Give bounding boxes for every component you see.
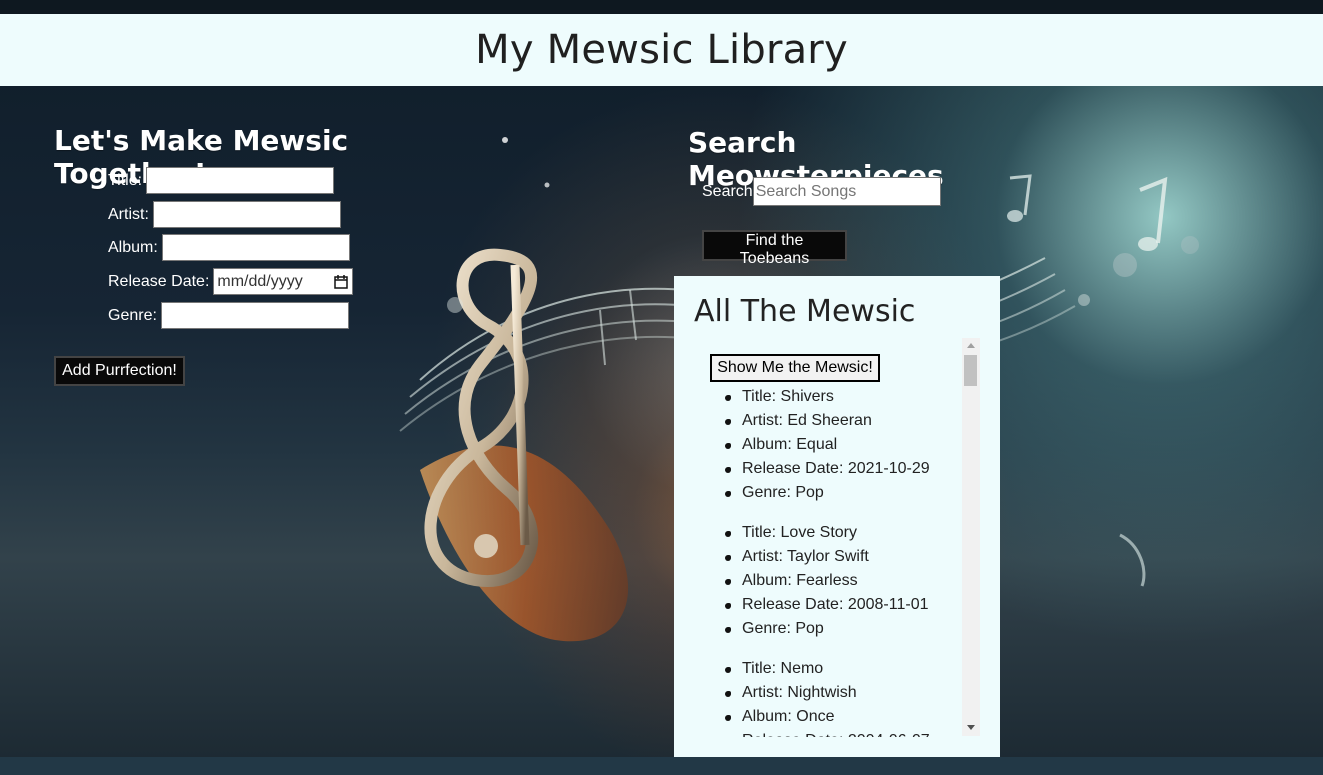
song-release-date: Release Date: 2008-11-01 [725, 593, 962, 617]
song-genre: Genre: Pop [725, 617, 962, 641]
search-row: Search [702, 177, 941, 206]
title-row: Title: [108, 165, 335, 196]
song-list-viewport[interactable]: Show Me the Mewsic! Title: Shivers Artis… [704, 340, 980, 737]
release-date-input[interactable]: mm/dd/yyyy [213, 268, 354, 295]
page-header: My Mewsic Library [0, 14, 1323, 86]
song-item: Title: Love Story Artist: Taylor Swift A… [725, 521, 962, 641]
song-album: Album: Fearless [725, 569, 962, 593]
find-songs-button[interactable]: Find the Toebeans [702, 230, 847, 267]
release-date-row: Release Date: mm/dd/yyyy [108, 266, 354, 297]
song-list-scrollbar[interactable] [962, 338, 980, 736]
calendar-icon[interactable] [334, 275, 349, 289]
search-label: Search [702, 182, 753, 200]
artist-label: Artist: [108, 205, 149, 223]
add-song-button[interactable]: Add Purrfection! [54, 356, 185, 386]
chevron-up-icon[interactable] [967, 343, 975, 348]
song-release-date: Release Date: 2004-06-07 [742, 729, 962, 737]
scroll-thumb[interactable] [964, 355, 977, 386]
genre-row: Genre: [108, 300, 349, 331]
song-album: Album: Once [725, 705, 962, 729]
song-artist: Artist: Ed Sheeran [725, 409, 962, 433]
chevron-down-icon[interactable] [967, 725, 975, 730]
song-release-date: Release Date: 2021-10-29 [725, 457, 962, 481]
song-title: Title: Love Story [725, 521, 962, 545]
song-artist: Artist: Nightwish [725, 681, 962, 705]
library-title: All The Mewsic [694, 294, 916, 329]
release-date-placeholder: mm/dd/yyyy [217, 272, 303, 290]
song-title: Title: Nemo [725, 657, 962, 681]
artist-input[interactable] [152, 201, 341, 228]
title-input[interactable] [146, 167, 335, 194]
genre-input[interactable] [160, 302, 349, 329]
page-title: My Mewsic Library [475, 27, 848, 73]
song-item: Title: Shivers Artist: Ed Sheeran Album:… [725, 385, 962, 505]
show-songs-button[interactable]: Show Me the Mewsic! [710, 354, 880, 382]
release-date-label: Release Date: [108, 272, 210, 290]
song-genre: Genre: Pop [725, 481, 962, 505]
artist-row: Artist: [108, 199, 341, 230]
album-label: Album: [108, 238, 158, 256]
song-title: Title: Shivers [725, 385, 962, 409]
title-label: Title: [108, 171, 143, 189]
song-album: Album: Equal [725, 433, 962, 457]
library-panel: All The Mewsic Show Me the Mewsic! Title… [674, 276, 1000, 757]
song-artist: Artist: Taylor Swift [725, 545, 962, 569]
album-row: Album: [108, 232, 350, 263]
song-item: Title: Nemo Artist: Nightwish Album: Onc… [725, 657, 962, 737]
album-input[interactable] [161, 234, 350, 261]
genre-label: Genre: [108, 306, 157, 324]
music-background-illustration [0, 0, 1323, 775]
search-input[interactable] [752, 177, 941, 206]
